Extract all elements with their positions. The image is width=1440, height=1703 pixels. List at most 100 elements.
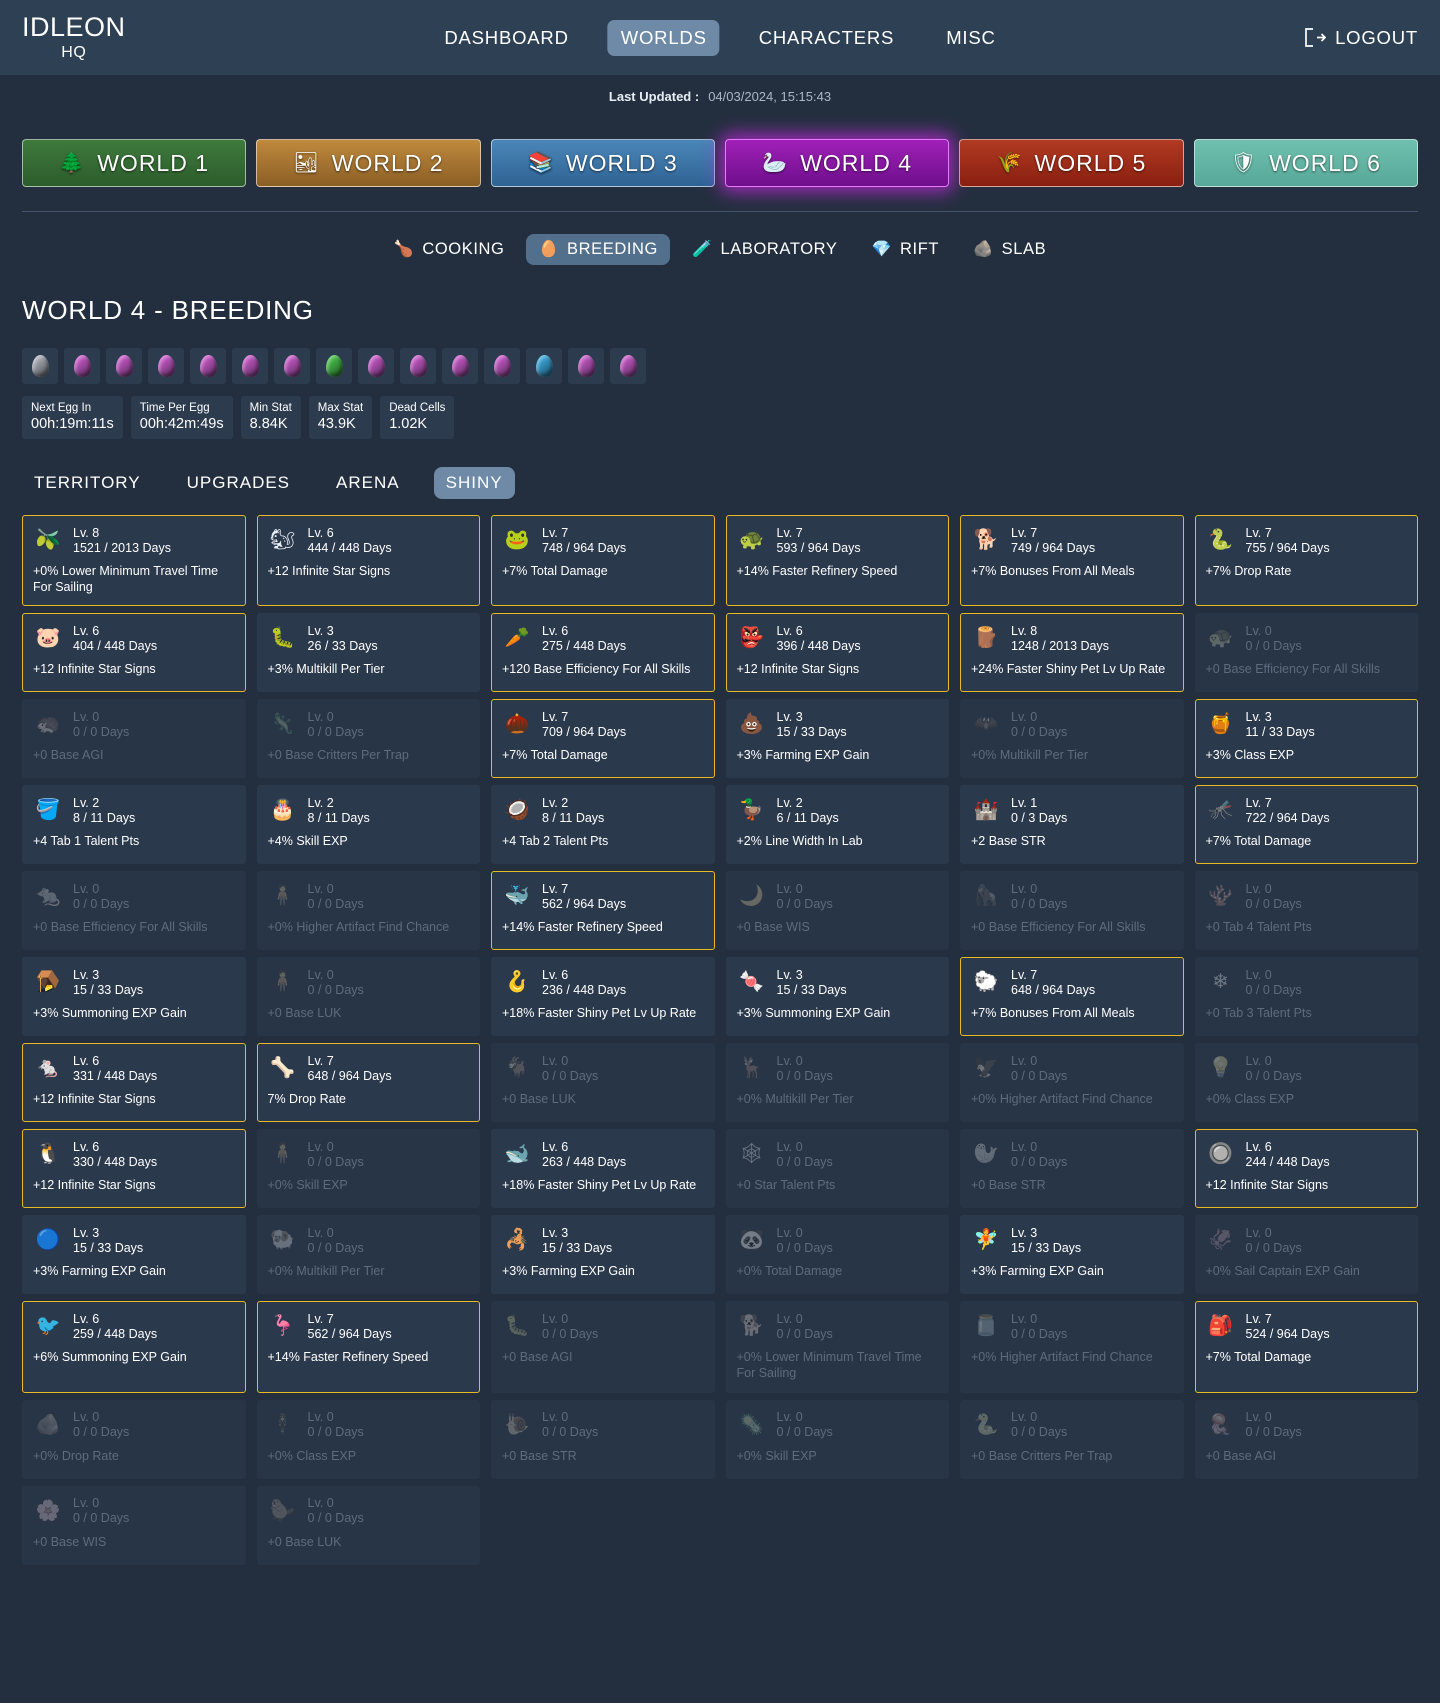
shiny-pet-card[interactable]: 🪝 Lv. 6 236 / 448 Days +18% Faster Shiny Pe… <box>491 957 715 1037</box>
shiny-pet-card[interactable]: 🥥 Lv. 28 / 11 Days +4 Tab 2 Talent Pts <box>491 785 715 865</box>
shiny-pet-card[interactable]: 🐐 Lv. 00 / 0 Days +0 Base LUK <box>491 1043 715 1123</box>
shiny-pet-card[interactable]: 🐌 Lv. 00 / 0 Days +0 Base STR <box>491 1399 715 1479</box>
shiny-pet-card[interactable]: 🪼 Lv. 00 / 0 Days +0 Base AGI <box>1194 1399 1418 1479</box>
shiny-pet-card[interactable]: 🦟 Lv. 7 722 / 964 Days +7% Total Damage <box>1194 785 1418 865</box>
subtab-breeding[interactable]: 🥚 BREEDING <box>526 234 670 265</box>
egg-slot-14[interactable] <box>568 348 604 384</box>
shiny-pet-card[interactable]: 🥕 Lv. 6 275 / 448 Days +120 Base Efficiency… <box>491 613 715 693</box>
logout-button[interactable]: LOGOUT <box>1304 27 1418 49</box>
shiny-pet-card[interactable]: 🐛 Lv. 3 26 / 33 Days +3% Multikill Per Tier <box>256 613 480 693</box>
shiny-pet-card[interactable]: 🦠 Lv. 00 / 0 Days +0% Skill EXP <box>725 1399 949 1479</box>
subtab-cooking[interactable]: 🍗 COOKING <box>382 234 517 265</box>
nav-item-misc[interactable]: MISC <box>933 20 1008 56</box>
world-button-2[interactable]: 🏜 WORLD 2 <box>256 139 481 187</box>
subtab-laboratory[interactable]: 🧪 LABORATORY <box>680 234 850 265</box>
section-tab-arena[interactable]: ARENA <box>324 467 412 499</box>
shiny-pet-card[interactable]: 🐀 Lv. 00 / 0 Days +0 Base Efficiency For A… <box>22 871 246 951</box>
shiny-pet-card[interactable]: 🐧 Lv. 6 330 / 448 Days +12 Infinite Star Si… <box>22 1129 246 1209</box>
shiny-pet-card[interactable]: 🦫 Lv. 00 / 0 Days +0 Base LUK <box>256 1485 480 1565</box>
shiny-pet-card[interactable]: 🕴 Lv. 00 / 0 Days +0% Class EXP <box>256 1399 480 1479</box>
shiny-pet-card[interactable]: 🐳 Lv. 7 562 / 964 Days +14% Faster Refinery… <box>491 871 715 951</box>
egg-slot-9[interactable] <box>358 348 394 384</box>
world-button-4[interactable]: 🦢 WORLD 4 <box>724 139 950 187</box>
shiny-pet-card[interactable]: 🐕 Lv. 7 749 / 964 Days +7% Bonuses From All… <box>960 515 1184 607</box>
shiny-pet-card[interactable]: 💩 Lv. 3 15 / 33 Days +3% Farming EXP Gain <box>725 699 949 779</box>
shiny-pet-card[interactable]: 🐿 Lv. 6 444 / 448 Days +12 Infinite Star Si… <box>256 515 480 607</box>
subtab-slab[interactable]: 🪨 SLAB <box>961 234 1058 265</box>
nav-item-characters[interactable]: CHARACTERS <box>746 20 907 56</box>
shiny-pet-card[interactable]: 🐷 Lv. 6 404 / 448 Days +12 Infinite Star Si… <box>22 613 246 693</box>
egg-slot-13[interactable] <box>526 348 562 384</box>
section-tab-territory[interactable]: TERRITORY <box>22 467 153 499</box>
shiny-pet-card[interactable]: ❄ Lv. 00 / 0 Days +0 Tab 3 Talent Pts <box>1194 957 1418 1037</box>
egg-slot-2[interactable] <box>64 348 100 384</box>
egg-slot-15[interactable] <box>610 348 646 384</box>
shiny-pet-card[interactable]: 🎂 Lv. 28 / 11 Days +4% Skill EXP <box>256 785 480 865</box>
shiny-pet-card[interactable]: 🦩 Lv. 7 562 / 964 Days +14% Faster Refinery… <box>256 1301 480 1393</box>
shiny-pet-card[interactable]: 🧍 Lv. 00 / 0 Days +0 Base LUK <box>256 957 480 1037</box>
egg-slot-3[interactable] <box>106 348 142 384</box>
egg-slot-6[interactable] <box>232 348 268 384</box>
shiny-pet-card[interactable]: 🐦 Lv. 6 259 / 448 Days +6% Summoning EXP Ga… <box>22 1301 246 1393</box>
shiny-pet-card[interactable]: 🐢 Lv. 00 / 0 Days +0 Base Efficiency For A… <box>1194 613 1418 693</box>
shiny-pet-card[interactable]: 🪣 Lv. 28 / 11 Days +4 Tab 1 Talent Pts <box>22 785 246 865</box>
world-button-5[interactable]: 🌾 WORLD 5 <box>959 139 1184 187</box>
shiny-pet-card[interactable]: 🐕 Lv. 00 / 0 Days +0% Lower Minimum Travel… <box>725 1301 949 1393</box>
shiny-pet-card[interactable]: 🦅 Lv. 00 / 0 Days +0% Higher Artifact Find… <box>960 1043 1184 1123</box>
egg-slot-11[interactable] <box>442 348 478 384</box>
shiny-pet-card[interactable]: 💡 Lv. 00 / 0 Days +0% Class EXP <box>1194 1043 1418 1123</box>
shiny-pet-card[interactable]: 🪵 Lv. 8 1248 / 2013 Days +24% Faster Shiny … <box>960 613 1184 693</box>
shiny-pet-card[interactable]: 🕸 Lv. 00 / 0 Days +0 Star Talent Pts <box>725 1129 949 1209</box>
nav-item-dashboard[interactable]: DASHBOARD <box>431 20 581 56</box>
nav-item-worlds[interactable]: WORLDS <box>607 19 720 56</box>
shiny-pet-card[interactable]: 🦴 Lv. 7 648 / 964 Days 7% Drop Rate <box>256 1043 480 1123</box>
shiny-pet-card[interactable]: 🐏 Lv. 00 / 0 Days +0% Multikill Per Tier <box>256 1215 480 1295</box>
shiny-pet-card[interactable]: 🦔 Lv. 00 / 0 Days +0 Base AGI <box>22 699 246 779</box>
world-button-3[interactable]: 📚 WORLD 3 <box>490 139 715 187</box>
shiny-pet-card[interactable]: 🫒 Lv. 8 1521 / 2013 Days +0% Lower Minimum … <box>22 515 246 607</box>
shiny-pet-card[interactable]: 🦆 Lv. 26 / 11 Days +2% Line Width In Lab <box>725 785 949 865</box>
shiny-pet-card[interactable]: 🪨 Lv. 00 / 0 Days +0% Drop Rate <box>22 1399 246 1479</box>
shiny-pet-card[interactable]: 🐋 Lv. 6 263 / 448 Days +18% Faster Shiny Pe… <box>491 1129 715 1209</box>
world-button-6[interactable]: 🛡 WORLD 6 <box>1193 139 1418 187</box>
egg-slot-10[interactable] <box>400 348 436 384</box>
shiny-pet-card[interactable]: 🦭 Lv. 00 / 0 Days +0 Base STR <box>960 1129 1184 1209</box>
shiny-pet-card[interactable]: 🔵 Lv. 3 15 / 33 Days +3% Farming EXP Gain <box>22 1215 246 1295</box>
shiny-pet-card[interactable]: 🦑 Lv. 00 / 0 Days +0% Sail Captain EXP Gai… <box>1194 1215 1418 1295</box>
shiny-pet-card[interactable]: 🧍 Lv. 00 / 0 Days +0% Higher Artifact Find… <box>256 871 480 951</box>
shiny-pet-card[interactable]: 👺 Lv. 6 396 / 448 Days +12 Infinite Star Si… <box>725 613 949 693</box>
shiny-pet-card[interactable]: 🐍 Lv. 7 755 / 964 Days +7% Drop Rate <box>1194 515 1418 607</box>
shiny-pet-card[interactable]: 🐼 Lv. 00 / 0 Days +0% Total Damage <box>725 1215 949 1295</box>
shiny-pet-card[interactable]: 🫙 Lv. 00 / 0 Days +0% Higher Artifact Find… <box>960 1301 1184 1393</box>
shiny-pet-card[interactable]: 🐛 Lv. 00 / 0 Days +0 Base AGI <box>491 1301 715 1393</box>
shiny-pet-card[interactable]: 🌸 Lv. 00 / 0 Days +0 Base WIS <box>22 1485 246 1565</box>
brand-logo[interactable]: IDLEON HQ <box>22 14 126 61</box>
shiny-pet-card[interactable]: 🦌 Lv. 00 / 0 Days +0% Multikill Per Tier <box>725 1043 949 1123</box>
shiny-pet-card[interactable]: 🦂 Lv. 3 15 / 33 Days +3% Farming EXP Gain <box>491 1215 715 1295</box>
shiny-pet-card[interactable]: 🦎 Lv. 00 / 0 Days +0 Base Critters Per Tra… <box>256 699 480 779</box>
shiny-pet-card[interactable]: 🌙 Lv. 00 / 0 Days +0 Base WIS <box>725 871 949 951</box>
egg-slot-1[interactable] <box>22 348 58 384</box>
egg-slot-4[interactable] <box>148 348 184 384</box>
shiny-pet-card[interactable]: 🦍 Lv. 00 / 0 Days +0 Base Efficiency For A… <box>960 871 1184 951</box>
shiny-pet-card[interactable]: 🐑 Lv. 7 648 / 964 Days +7% Bonuses From All… <box>960 957 1184 1037</box>
shiny-pet-card[interactable]: 🦇 Lv. 00 / 0 Days +0% Multikill Per Tier <box>960 699 1184 779</box>
shiny-pet-card[interactable]: 🍬 Lv. 3 15 / 33 Days +3% Summoning EXP Gain <box>725 957 949 1037</box>
shiny-pet-card[interactable]: 🐢 Lv. 7 593 / 964 Days +14% Faster Refinery… <box>725 515 949 607</box>
world-button-1[interactable]: 🌲 WORLD 1 <box>22 139 247 187</box>
shiny-pet-card[interactable]: 🧍 Lv. 00 / 0 Days +0% Skill EXP <box>256 1129 480 1209</box>
shiny-pet-card[interactable]: 🪸 Lv. 00 / 0 Days +0 Tab 4 Talent Pts <box>1194 871 1418 951</box>
shiny-pet-card[interactable]: 🍯 Lv. 3 11 / 33 Days +3% Class EXP <box>1194 699 1418 779</box>
shiny-pet-card[interactable]: 🐁 Lv. 6 331 / 448 Days +12 Infinite Star Si… <box>22 1043 246 1123</box>
shiny-pet-card[interactable]: 🎒 Lv. 7 524 / 964 Days +7% Total Damage <box>1194 1301 1418 1393</box>
subtab-rift[interactable]: 💎 RIFT <box>859 234 951 265</box>
shiny-pet-card[interactable]: 🔘 Lv. 6 244 / 448 Days +12 Infinite Star Si… <box>1194 1129 1418 1209</box>
egg-slot-5[interactable] <box>190 348 226 384</box>
egg-slot-7[interactable] <box>274 348 310 384</box>
shiny-pet-card[interactable]: 🐸 Lv. 7 748 / 964 Days +7% Total Damage <box>491 515 715 607</box>
section-tab-shiny[interactable]: SHINY <box>433 467 515 499</box>
shiny-pet-card[interactable]: 🪤 Lv. 3 15 / 33 Days +3% Summoning EXP Gain <box>22 957 246 1037</box>
shiny-pet-card[interactable]: 🐍 Lv. 00 / 0 Days +0 Base Critters Per Tra… <box>960 1399 1184 1479</box>
egg-slot-12[interactable] <box>484 348 520 384</box>
egg-slot-8[interactable] <box>316 348 352 384</box>
